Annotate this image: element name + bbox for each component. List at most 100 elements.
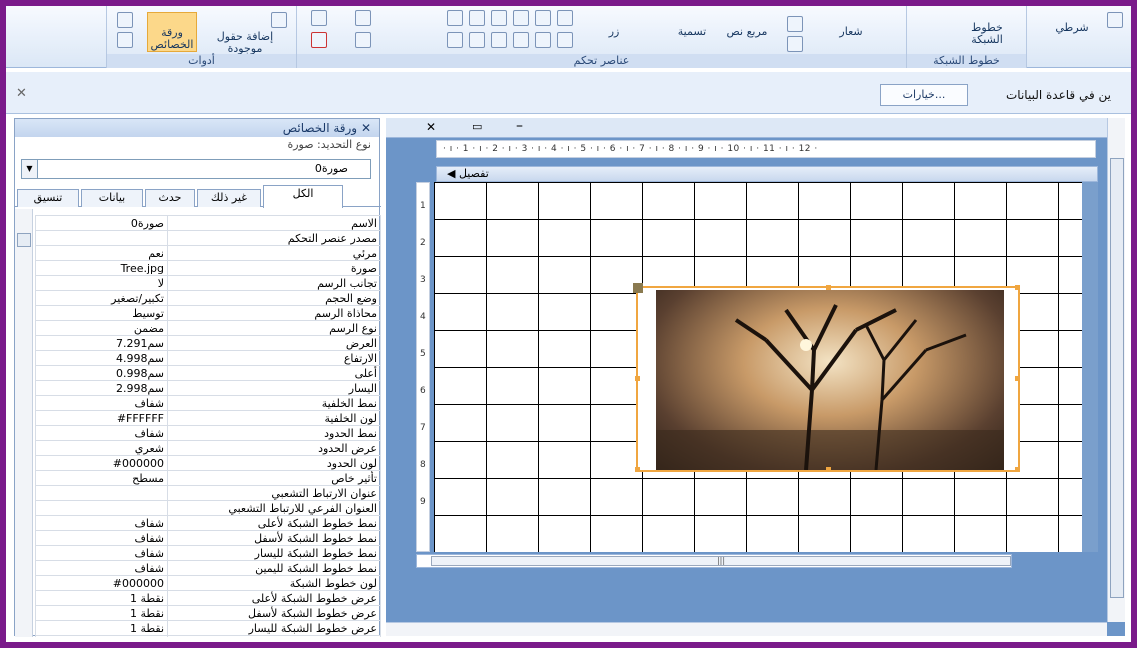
property-row[interactable]: شفاف نمط خطوط الشبكة لليمين [35, 560, 381, 576]
chart-icon[interactable] [535, 32, 551, 48]
property-row[interactable]: عنوان الارتباط التشعبي [35, 485, 381, 501]
property-value[interactable]: لا [35, 275, 168, 291]
code-icon[interactable] [117, 32, 133, 48]
form-grid-canvas[interactable] [434, 182, 1082, 552]
property-value[interactable]: نعم [35, 245, 168, 261]
property-row[interactable]: مضمن نوع الرسم [35, 320, 381, 336]
property-value[interactable] [35, 485, 168, 501]
property-row[interactable]: شفاف نمط الحدود [35, 425, 381, 441]
property-value[interactable]: 4.998سم [35, 350, 168, 366]
property-value[interactable]: 1 نقطة [35, 635, 168, 637]
tab-all[interactable]: الكل [263, 185, 343, 208]
radio-icon[interactable] [513, 32, 529, 48]
property-value[interactable] [35, 500, 168, 516]
property-value[interactable]: شفاف [35, 530, 168, 546]
tab-data[interactable]: بيانات [81, 189, 143, 207]
property-value[interactable]: 1 نقطة [35, 620, 168, 636]
section-detail-bar[interactable]: ◀ تفصيل [436, 166, 1098, 182]
property-value[interactable]: شفاف [35, 425, 168, 441]
fill-color-icon[interactable] [1107, 12, 1123, 28]
globe-icon[interactable] [447, 10, 463, 26]
property-row[interactable]: 1 نقطة عرض خطوط الشبكة لأعلى [35, 590, 381, 606]
page-number-icon[interactable] [787, 16, 803, 32]
property-row[interactable]: صورة0 الاسم [35, 215, 381, 231]
logo-button[interactable]: شعار [829, 26, 873, 38]
resize-handle-right[interactable] [1015, 376, 1020, 381]
move-handle[interactable] [633, 283, 643, 293]
conditional-button[interactable]: شرطي [1047, 22, 1097, 34]
property-value[interactable]: 1 نقطة [35, 605, 168, 621]
property-row[interactable]: Tree.jpg صورة [35, 260, 381, 276]
resize-handle-bottom-left[interactable] [635, 467, 640, 472]
property-row[interactable]: #000000 لون الحدود [35, 455, 381, 471]
property-row[interactable]: العنوان الفرعي للارتباط التشعبي [35, 500, 381, 516]
property-row[interactable]: شفاف نمط خطوط الشبكة لأسفل [35, 530, 381, 546]
property-row[interactable]: 1 نقطةعرض خطوط الشبكة لليمين [35, 635, 381, 637]
property-value[interactable]: 7.291سم [35, 335, 168, 351]
wizard-icon[interactable] [355, 10, 371, 26]
property-value[interactable]: 2.998سم [35, 380, 168, 396]
property-row[interactable]: مصدر عنصر التحكم [35, 230, 381, 246]
close-pane-icon[interactable]: ✕ [361, 121, 371, 135]
image-control[interactable] [633, 283, 1020, 472]
property-row[interactable]: 0.998سم أعلى [35, 365, 381, 381]
tab-icon[interactable] [491, 32, 507, 48]
delete-icon[interactable] [311, 32, 327, 48]
property-sheet-button[interactable]: ورقة الخصائص [147, 12, 197, 52]
property-value[interactable]: شعري [35, 440, 168, 456]
property-row[interactable]: شفاف نمط خطوط الشبكة لليسار [35, 545, 381, 561]
resize-handle-bottom-right[interactable] [1015, 467, 1020, 472]
property-value[interactable]: #000000 [35, 575, 168, 591]
image-icon[interactable] [469, 32, 485, 48]
checkbox-icon[interactable] [513, 10, 529, 26]
property-row[interactable]: #000000 لون خطوط الشبكة [35, 575, 381, 591]
tab-format[interactable]: تنسيق [17, 189, 79, 207]
property-value[interactable]: 1 نقطة [35, 590, 168, 606]
close-icon[interactable]: ✕ [16, 86, 27, 101]
subform-icon[interactable] [469, 10, 485, 26]
gridlines-button[interactable]: خطوط الشبكة [957, 22, 1017, 46]
textbox-icon[interactable] [535, 10, 551, 26]
listbox-icon[interactable] [557, 10, 573, 26]
property-value[interactable]: شفاف [35, 515, 168, 531]
property-row[interactable]: 1 نقطة عرض خطوط الشبكة لليسار [35, 620, 381, 636]
line-icon[interactable] [355, 32, 371, 48]
select-icon[interactable] [311, 10, 327, 26]
property-row[interactable]: شعري عرض الحدود [35, 440, 381, 456]
property-row[interactable]: 1 نقطة عرض خطوط الشبكة لأسفل [35, 605, 381, 621]
property-row[interactable]: تكبير/تصغير وضع الحجم [35, 290, 381, 306]
property-row[interactable]: 4.998سم الارتفاع [35, 350, 381, 366]
form-icon[interactable] [117, 12, 133, 28]
resize-handle-top[interactable] [826, 285, 831, 290]
add-existing-fields-button[interactable]: إضافة حقول موجودة [203, 12, 287, 55]
property-value[interactable]: صورة0 [35, 215, 168, 231]
chevron-down-icon[interactable]: ▼ [22, 160, 38, 178]
label-control-button[interactable]: تسمية [667, 26, 717, 38]
property-row[interactable]: نعم مرئي [35, 245, 381, 261]
resize-handle-top-right[interactable] [1015, 285, 1020, 290]
property-value[interactable]: #000000 [35, 455, 168, 471]
property-row[interactable]: 2.998سم اليسار [35, 380, 381, 396]
attachment-icon[interactable] [447, 32, 463, 48]
property-row[interactable]: #FFFFFF لون الخلفية [35, 410, 381, 426]
property-value[interactable]: شفاف [35, 560, 168, 576]
property-row[interactable]: توسيط محاذاة الرسم [35, 305, 381, 321]
property-value[interactable]: توسيط [35, 305, 168, 321]
property-row[interactable]: 7.291سم العرض [35, 335, 381, 351]
property-value[interactable]: 0.998سم [35, 365, 168, 381]
property-row[interactable]: شفاف نمط الخلفية [35, 395, 381, 411]
property-value[interactable] [35, 230, 168, 246]
resize-handle-left[interactable] [635, 376, 640, 381]
scroll-thumb[interactable] [17, 233, 31, 247]
tab-event[interactable]: حدث [145, 189, 195, 207]
property-value[interactable]: شفاف [35, 395, 168, 411]
rectangle-icon[interactable] [491, 10, 507, 26]
property-value[interactable]: شفاف [35, 545, 168, 561]
textbox-control-button[interactable]: مربع نص [725, 26, 769, 38]
property-value[interactable]: مضمن [35, 320, 168, 336]
property-value[interactable]: #FFFFFF [35, 410, 168, 426]
property-value[interactable]: Tree.jpg [35, 260, 168, 276]
tab-other[interactable]: غير ذلك [197, 189, 261, 207]
property-scrollbar[interactable] [15, 209, 33, 637]
object-selector[interactable]: ▼ صورة0 [21, 159, 371, 179]
